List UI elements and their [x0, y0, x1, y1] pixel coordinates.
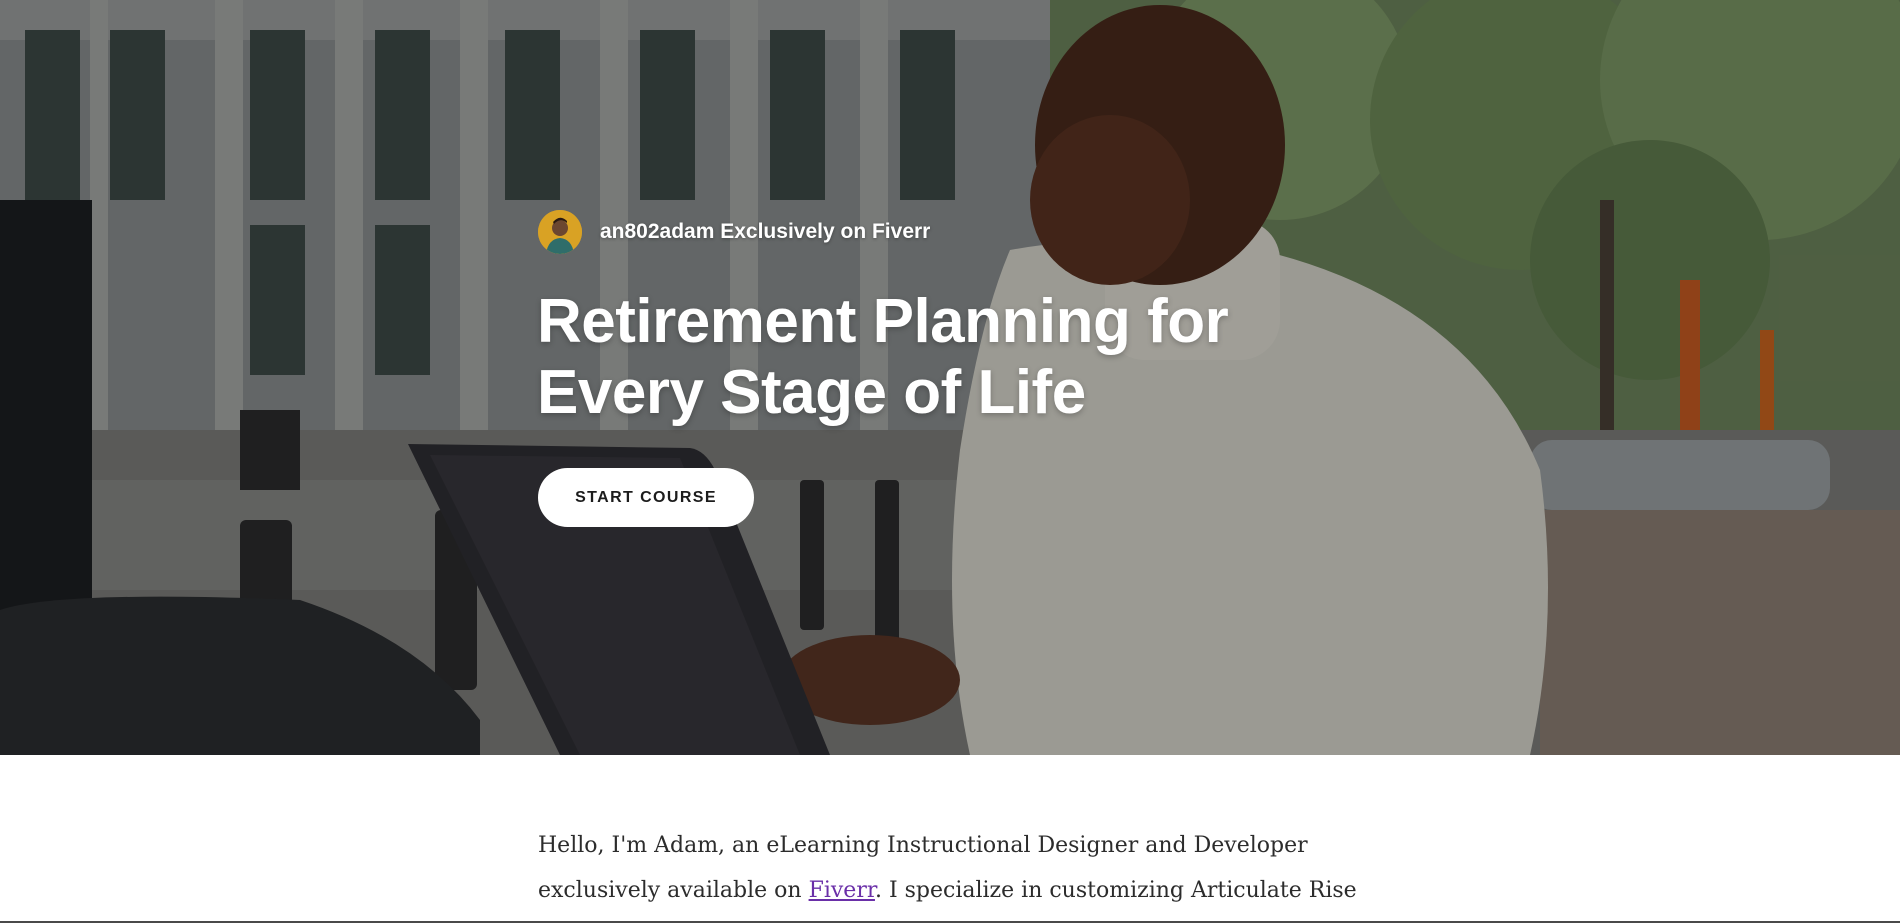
hero-banner: an802adam Exclusively on Fiverr Retireme… [0, 0, 1900, 755]
author-name: an802adam Exclusively on Fiverr [600, 220, 931, 243]
author-avatar [538, 210, 582, 254]
title-line-2: Every Stage of Life [537, 358, 1086, 427]
intro-paragraph: Hello, I'm Adam, an eLearning Instructio… [538, 823, 1358, 913]
author-badge: an802adam Exclusively on Fiverr [538, 210, 930, 254]
page-title: Retirement Planning for Every Stage of L… [537, 286, 1297, 428]
intro-text-2: . I specialize in customizing Articulate… [874, 878, 1357, 903]
title-line-1: Retirement Planning for [537, 287, 1229, 356]
fiverr-link[interactable]: Fiverr [809, 878, 875, 903]
start-course-button[interactable]: START COURSE [538, 468, 754, 527]
